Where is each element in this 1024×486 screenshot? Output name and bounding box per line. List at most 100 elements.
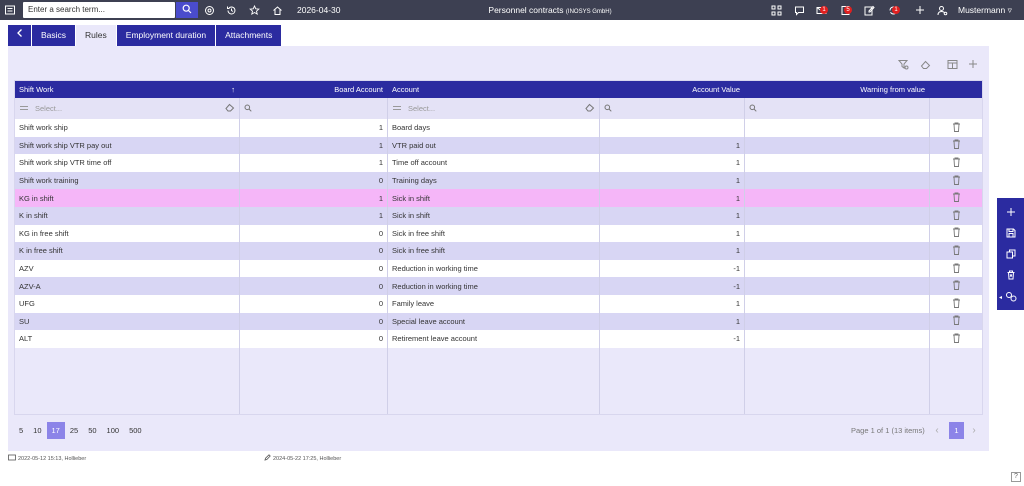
column-header-board-account[interactable]: Board Account bbox=[240, 81, 388, 98]
add-icon[interactable] bbox=[1005, 206, 1017, 218]
copy-icon[interactable] bbox=[1005, 248, 1017, 260]
page-size-17[interactable]: 17 bbox=[46, 422, 65, 439]
save-icon[interactable] bbox=[1005, 227, 1017, 239]
delete-row-button[interactable] bbox=[930, 119, 982, 137]
page-size-10[interactable]: 10 bbox=[28, 422, 46, 439]
support-icon[interactable] bbox=[203, 4, 215, 16]
tab-attachments[interactable]: Attachments bbox=[216, 25, 282, 46]
delete-row-button[interactable] bbox=[930, 330, 982, 348]
board-account-filter[interactable] bbox=[240, 98, 388, 119]
help-button[interactable]: ? bbox=[1011, 472, 1021, 482]
tab-rules[interactable]: Rules bbox=[76, 25, 116, 46]
mail-icon[interactable]: 1 bbox=[814, 4, 828, 16]
delete-row-button[interactable] bbox=[930, 137, 982, 155]
delete-row-button[interactable] bbox=[930, 172, 982, 190]
table-row[interactable]: K in shift 1 Sick in shift 1 bbox=[15, 207, 982, 225]
delete-row-button[interactable] bbox=[930, 313, 982, 331]
prev-page-button[interactable]: ‹ bbox=[930, 422, 944, 439]
delete-row-button[interactable] bbox=[930, 207, 982, 225]
table-row[interactable]: KG in free shift 0 Sick in free shift 1 bbox=[15, 224, 982, 243]
tab-basics[interactable]: Basics bbox=[32, 25, 76, 46]
user-settings-icon[interactable] bbox=[935, 4, 949, 16]
cell-account-value: 1 bbox=[600, 295, 745, 313]
account-filter[interactable]: Select... bbox=[388, 98, 600, 119]
delete-row-button[interactable] bbox=[930, 189, 982, 207]
alert-icon[interactable]: 5 bbox=[838, 4, 852, 16]
table-row[interactable]: ALT 0 Retirement leave account -1 bbox=[15, 330, 982, 348]
delete-row-button[interactable] bbox=[930, 242, 982, 260]
delete-row-button[interactable] bbox=[930, 260, 982, 278]
cell-account: Time off account bbox=[388, 154, 600, 172]
table-row[interactable]: KG in shift 1 Sick in shift 1 bbox=[15, 189, 982, 207]
page-size-100[interactable]: 100 bbox=[102, 422, 125, 439]
chat-icon[interactable] bbox=[792, 4, 806, 16]
table-row[interactable]: Shift work ship VTR time off 1 Time off … bbox=[15, 154, 982, 172]
filter-settings-icon[interactable] bbox=[896, 58, 910, 70]
tab-employment-duration[interactable]: Employment duration bbox=[116, 25, 216, 46]
collapse-arrow-icon[interactable]: ◂ bbox=[999, 294, 1002, 301]
star-icon[interactable] bbox=[248, 4, 260, 16]
next-page-button[interactable]: › bbox=[967, 422, 981, 439]
cell-board-account: 0 bbox=[240, 171, 388, 190]
columns-icon[interactable] bbox=[945, 58, 959, 70]
table-row[interactable]: Shift work ship VTR pay out 1 VTR paid o… bbox=[15, 136, 982, 155]
search-input[interactable]: Enter a search term... bbox=[23, 2, 175, 18]
delete-row-button[interactable] bbox=[930, 225, 982, 243]
table-row[interactable]: UFG 0 Family leave 1 bbox=[15, 295, 982, 313]
column-header-account[interactable]: Account bbox=[388, 81, 600, 98]
column-header-warning-from-value[interactable]: Warning from value bbox=[745, 81, 930, 98]
cell-account-value: 1 bbox=[600, 171, 745, 190]
current-page-button[interactable]: 1 bbox=[949, 422, 964, 439]
account-value-filter[interactable] bbox=[600, 98, 745, 119]
cell-account: Family leave bbox=[388, 295, 600, 313]
clear-filter-icon[interactable] bbox=[585, 103, 595, 114]
edit-icon[interactable] bbox=[862, 4, 876, 16]
table-row[interactable]: K in free shift 0 Sick in free shift 1 bbox=[15, 242, 982, 260]
table-row[interactable]: SU 0 Special leave account 1 bbox=[15, 312, 982, 331]
top-bar: Enter a search term... 2026-04-30 Person… bbox=[0, 0, 1024, 20]
cell-shift-work: ALT bbox=[15, 330, 240, 348]
cell-warning-from-value bbox=[745, 171, 930, 190]
drag-handle-icon bbox=[19, 104, 29, 113]
back-button[interactable] bbox=[8, 25, 31, 46]
history-icon[interactable] bbox=[225, 4, 237, 16]
eraser-icon[interactable] bbox=[918, 58, 932, 70]
search-icon bbox=[749, 104, 757, 114]
page-size-50[interactable]: 50 bbox=[83, 422, 101, 439]
chevron-down-icon: ▿ bbox=[1007, 5, 1012, 15]
user-menu[interactable]: Mustermann ▿ bbox=[958, 0, 1012, 20]
column-header-actions bbox=[930, 81, 982, 98]
column-header-shift-work[interactable]: Shift Work ↑ bbox=[15, 81, 240, 98]
cell-board-account: 0 bbox=[240, 312, 388, 331]
cell-board-account: 0 bbox=[240, 277, 388, 295]
cell-account: Reduction in working time bbox=[388, 259, 600, 278]
table-row[interactable]: Shift work training 0 Training days 1 bbox=[15, 171, 982, 190]
settings-icon[interactable] bbox=[1005, 290, 1017, 302]
page-size-25[interactable]: 25 bbox=[65, 422, 83, 439]
delete-icon[interactable] bbox=[1005, 269, 1017, 281]
clear-filter-icon[interactable] bbox=[225, 103, 235, 114]
structure-icon[interactable] bbox=[769, 4, 783, 16]
warning-value-filter[interactable] bbox=[745, 98, 930, 119]
cell-board-account: 1 bbox=[240, 189, 388, 207]
home-icon[interactable] bbox=[271, 4, 283, 16]
sort-up-icon[interactable]: ↑ bbox=[231, 85, 235, 94]
table-row[interactable]: Shift work ship 1 Board days bbox=[15, 119, 982, 137]
delete-row-button[interactable] bbox=[930, 277, 982, 295]
add-row-icon[interactable] bbox=[966, 58, 980, 70]
task-icon[interactable]: 1 bbox=[886, 4, 900, 16]
cell-shift-work: Shift work ship VTR time off bbox=[15, 154, 240, 172]
delete-row-button[interactable] bbox=[930, 295, 982, 313]
cell-board-account: 0 bbox=[240, 242, 388, 260]
menu-icon[interactable] bbox=[4, 4, 16, 16]
page-size-5[interactable]: 5 bbox=[14, 422, 28, 439]
cell-account-value: 1 bbox=[600, 207, 745, 225]
column-header-account-value[interactable]: Account Value bbox=[600, 81, 745, 98]
table-row[interactable]: AZV-A 0 Reduction in working time -1 bbox=[15, 277, 982, 295]
table-row[interactable]: AZV 0 Reduction in working time -1 bbox=[15, 259, 982, 278]
delete-row-button[interactable] bbox=[930, 154, 982, 172]
plus-icon[interactable] bbox=[913, 4, 927, 16]
shift-work-filter[interactable]: Select... bbox=[15, 98, 240, 119]
page-size-500[interactable]: 500 bbox=[124, 422, 147, 439]
search-button[interactable] bbox=[176, 2, 198, 18]
